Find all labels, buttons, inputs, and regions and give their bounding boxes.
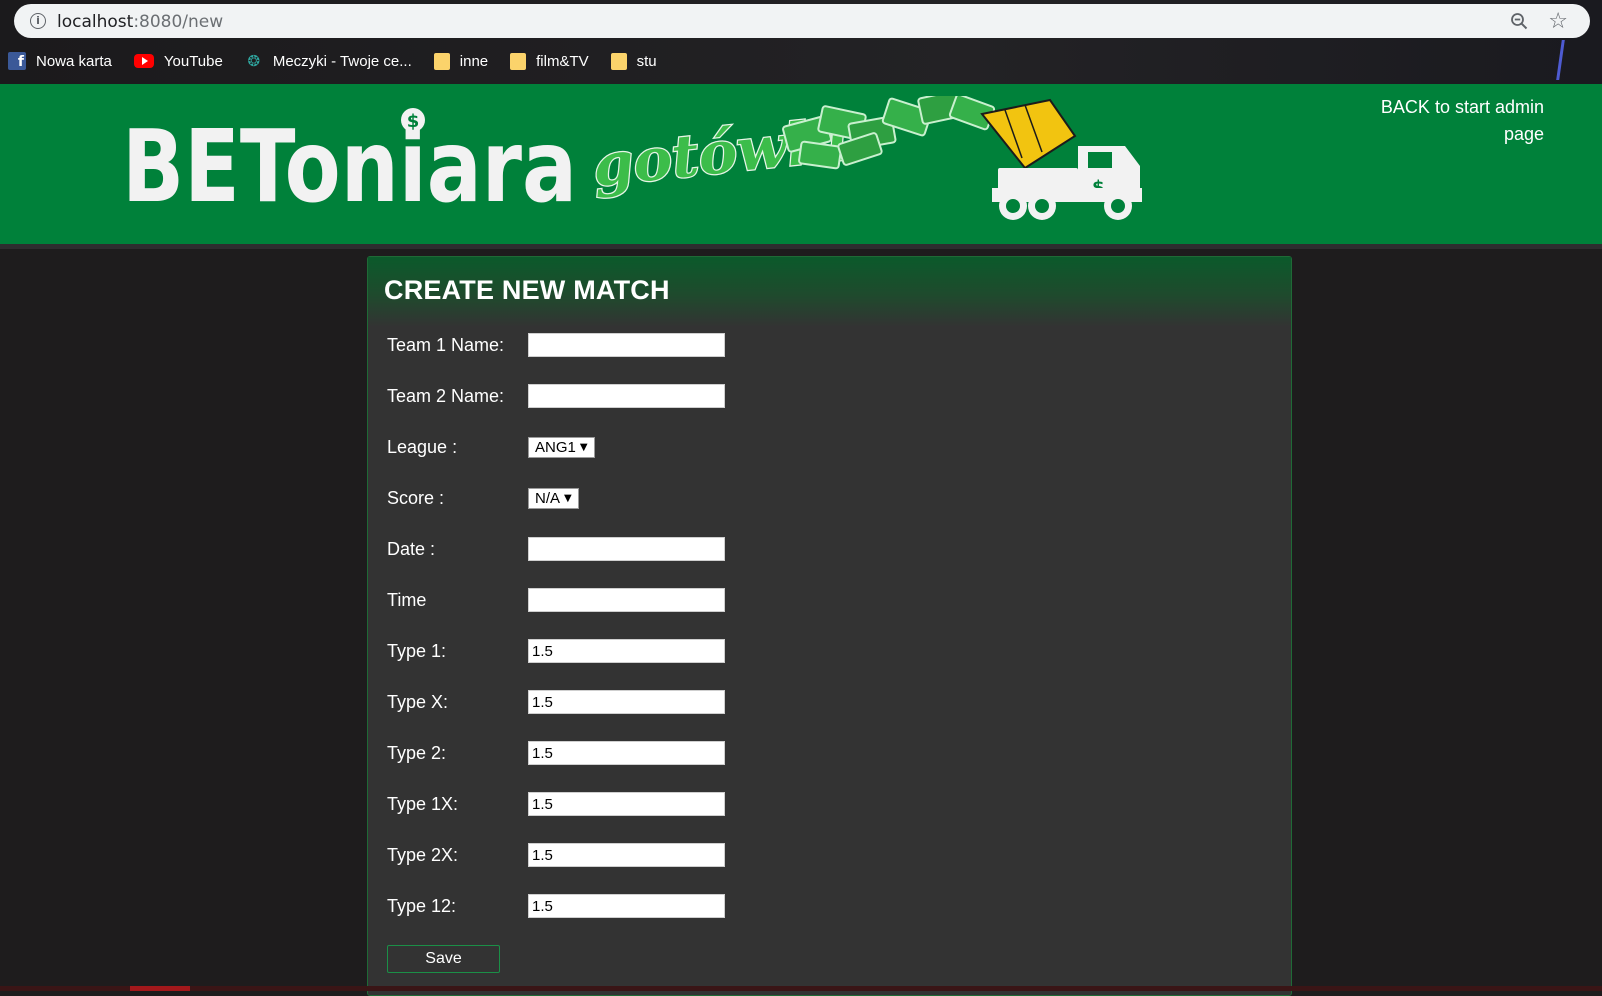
date-label: Date : — [387, 538, 436, 559]
chrome-decoration — [1556, 40, 1565, 80]
type12-label: Type 12: — [387, 895, 457, 916]
bookmark-folder-inne[interactable]: inne — [433, 52, 489, 70]
bookmark-label: Nowa karta — [36, 52, 112, 70]
typeX-row: Type X: — [387, 690, 725, 714]
type1-row: Type 1: — [387, 639, 725, 663]
type2-row: Type 2: — [387, 741, 725, 765]
team1-row: Team 1 Name: — [387, 333, 725, 357]
footer-strip — [0, 986, 1602, 991]
bookmark-label: film&TV — [536, 52, 589, 70]
logo-main-text: BEToniara — [122, 108, 577, 225]
bookmark-youtube[interactable]: YouTube — [133, 52, 223, 70]
bookmark-label: YouTube — [163, 52, 223, 70]
team2-input[interactable] — [528, 384, 725, 408]
bookmark-folder-stu[interactable]: stu — [610, 52, 657, 70]
typeX-input[interactable] — [528, 690, 725, 714]
browser-chrome: i localhost:8080/new ☆ f Nowa karta YouT… — [0, 0, 1602, 84]
league-selected-value: ANG1 — [535, 438, 576, 456]
league-label: League : — [387, 436, 458, 457]
league-select[interactable]: ANG1 ▼ — [528, 436, 595, 458]
svg-text:$: $ — [407, 111, 420, 132]
bookmarks-bar: f Nowa karta YouTube ❂ Meczyki - Twoje c… — [0, 48, 671, 74]
league-row: League : ANG1 ▼ — [387, 435, 595, 459]
site-header: BEToniara $ gotówki $ BACK to start admi… — [0, 84, 1602, 244]
bookmark-label: stu — [636, 52, 657, 70]
type2-input[interactable] — [528, 741, 725, 765]
header-divider — [0, 244, 1602, 249]
back-to-admin-link[interactable]: BACK to start admin page — [1344, 94, 1544, 148]
url-host: localhost — [57, 12, 134, 32]
folder-icon — [610, 52, 627, 70]
type12-input[interactable] — [528, 894, 725, 918]
footer-accent — [130, 986, 190, 991]
page-title: CREATE NEW MATCH — [384, 275, 670, 305]
bookmark-label: inne — [459, 52, 489, 70]
time-label: Time — [387, 589, 427, 610]
type2X-label: Type 2X: — [387, 844, 459, 865]
url-path: :8080/new — [133, 12, 224, 32]
url-text[interactable]: localhost:8080/new — [57, 12, 223, 32]
team1-label: Team 1 Name: — [387, 334, 505, 355]
score-label: Score : — [387, 487, 445, 508]
score-select[interactable]: N/A ▼ — [528, 487, 579, 509]
date-input[interactable] — [528, 537, 725, 561]
save-button[interactable]: Save — [387, 945, 500, 973]
type2X-input[interactable] — [528, 843, 725, 867]
zoom-icon[interactable] — [1510, 12, 1528, 30]
address-bar[interactable]: i localhost:8080/new ☆ — [14, 4, 1590, 38]
type2-label: Type 2: — [387, 742, 447, 763]
facebook-icon: f — [8, 52, 26, 70]
create-match-panel: CREATE NEW MATCH Team 1 Name: Team 2 Nam… — [367, 256, 1292, 996]
folder-icon — [510, 52, 527, 70]
team1-input[interactable] — [528, 333, 725, 357]
dollar-coin-icon: $ — [401, 108, 425, 132]
type1X-label: Type 1X: — [387, 793, 459, 814]
dropdown-arrow-icon: ▼ — [579, 441, 588, 453]
type1-label: Type 1: — [387, 640, 447, 661]
bookmark-label: Meczyki - Twoje ce... — [272, 52, 412, 70]
type1-input[interactable] — [528, 639, 725, 663]
type1X-row: Type 1X: — [387, 792, 725, 816]
team2-label: Team 2 Name: — [387, 385, 505, 406]
date-row: Date : — [387, 537, 725, 561]
bookmark-folder-film-tv[interactable]: film&TV — [510, 52, 589, 70]
panel-header: CREATE NEW MATCH — [368, 257, 1291, 327]
bookmark-nowa-karta[interactable]: f Nowa karta — [8, 52, 112, 70]
youtube-icon — [133, 54, 154, 68]
folder-icon — [433, 52, 450, 70]
time-row: Time — [387, 588, 725, 612]
bookmark-star-icon[interactable]: ☆ — [1548, 9, 1568, 34]
time-input[interactable] — [528, 588, 725, 612]
type1X-input[interactable] — [528, 792, 725, 816]
type2X-row: Type 2X: — [387, 843, 725, 867]
mixer-truck-icon: $ — [980, 98, 1142, 220]
team2-row: Team 2 Name: — [387, 384, 725, 408]
typeX-label: Type X: — [387, 691, 449, 712]
bookmark-meczyki[interactable]: ❂ Meczyki - Twoje ce... — [245, 52, 412, 70]
score-selected-value: N/A — [535, 489, 561, 507]
betoniara-logo[interactable]: BEToniara $ gotówki $ — [120, 96, 1180, 236]
type12-row: Type 12: — [387, 894, 725, 918]
banknotes-icon — [782, 96, 996, 170]
meczyki-icon: ❂ — [247, 52, 261, 70]
info-icon[interactable]: i — [30, 13, 46, 29]
dropdown-arrow-icon: ▼ — [564, 492, 572, 504]
score-row: Score : N/A ▼ — [387, 486, 579, 510]
